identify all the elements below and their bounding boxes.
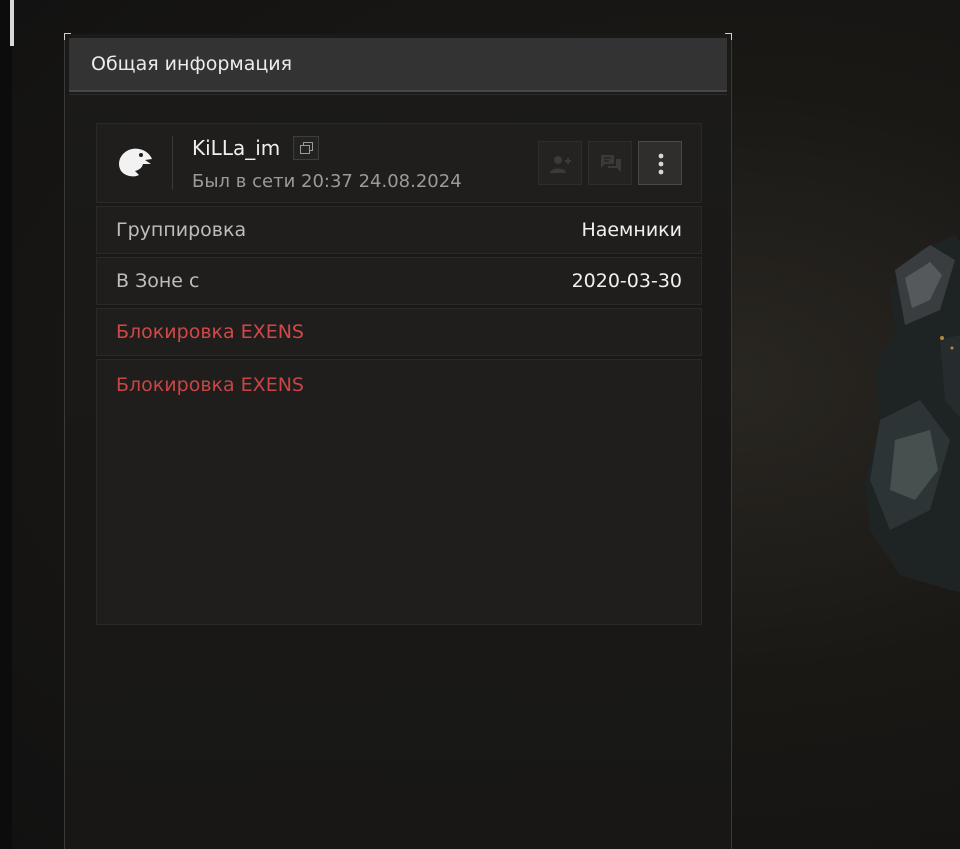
faction-label: Группировка <box>116 219 247 241</box>
avatar-divider <box>172 136 173 190</box>
ban-details-box: Блокировка EXENS <box>96 359 702 625</box>
background: Общая информация KiLLa_im Был в сети 20:… <box>0 0 960 849</box>
left-edge-strip <box>0 0 12 849</box>
add-friend-button[interactable] <box>538 141 582 185</box>
zone-since-label: В Зоне с <box>116 270 200 292</box>
zone-since-row: В Зоне с 2020-03-30 <box>96 257 702 305</box>
profile-card: KiLLa_im Был в сети 20:37 24.08.2024 <box>96 123 702 203</box>
last-online-status: Был в сети 20:37 24.08.2024 <box>192 171 462 192</box>
left-edge-marker <box>10 0 14 46</box>
username: KiLLa_im <box>192 136 281 160</box>
ban-text: Блокировка EXENS <box>116 374 304 396</box>
panel-title: Общая информация <box>91 53 293 75</box>
panel-header: Общая информация <box>69 38 727 92</box>
more-options-button[interactable] <box>638 141 682 185</box>
chat-icon <box>601 155 621 172</box>
message-button[interactable] <box>588 141 632 185</box>
copy-username-button[interactable] <box>293 136 319 160</box>
ban-title-row: Блокировка EXENS <box>96 308 702 356</box>
character-figure <box>865 235 960 592</box>
copy-icon <box>300 142 313 154</box>
eagle-head-icon <box>119 148 152 177</box>
add-user-icon <box>550 156 571 173</box>
more-vertical-icon <box>658 153 664 175</box>
faction-value: Наемники <box>581 219 682 241</box>
header-divider <box>69 94 727 95</box>
general-info-panel: Общая информация KiLLa_im Был в сети 20:… <box>64 33 732 849</box>
zone-since-value: 2020-03-30 <box>571 270 682 292</box>
faction-row: Группировка Наемники <box>96 206 702 254</box>
ban-title: Блокировка EXENS <box>116 321 304 343</box>
